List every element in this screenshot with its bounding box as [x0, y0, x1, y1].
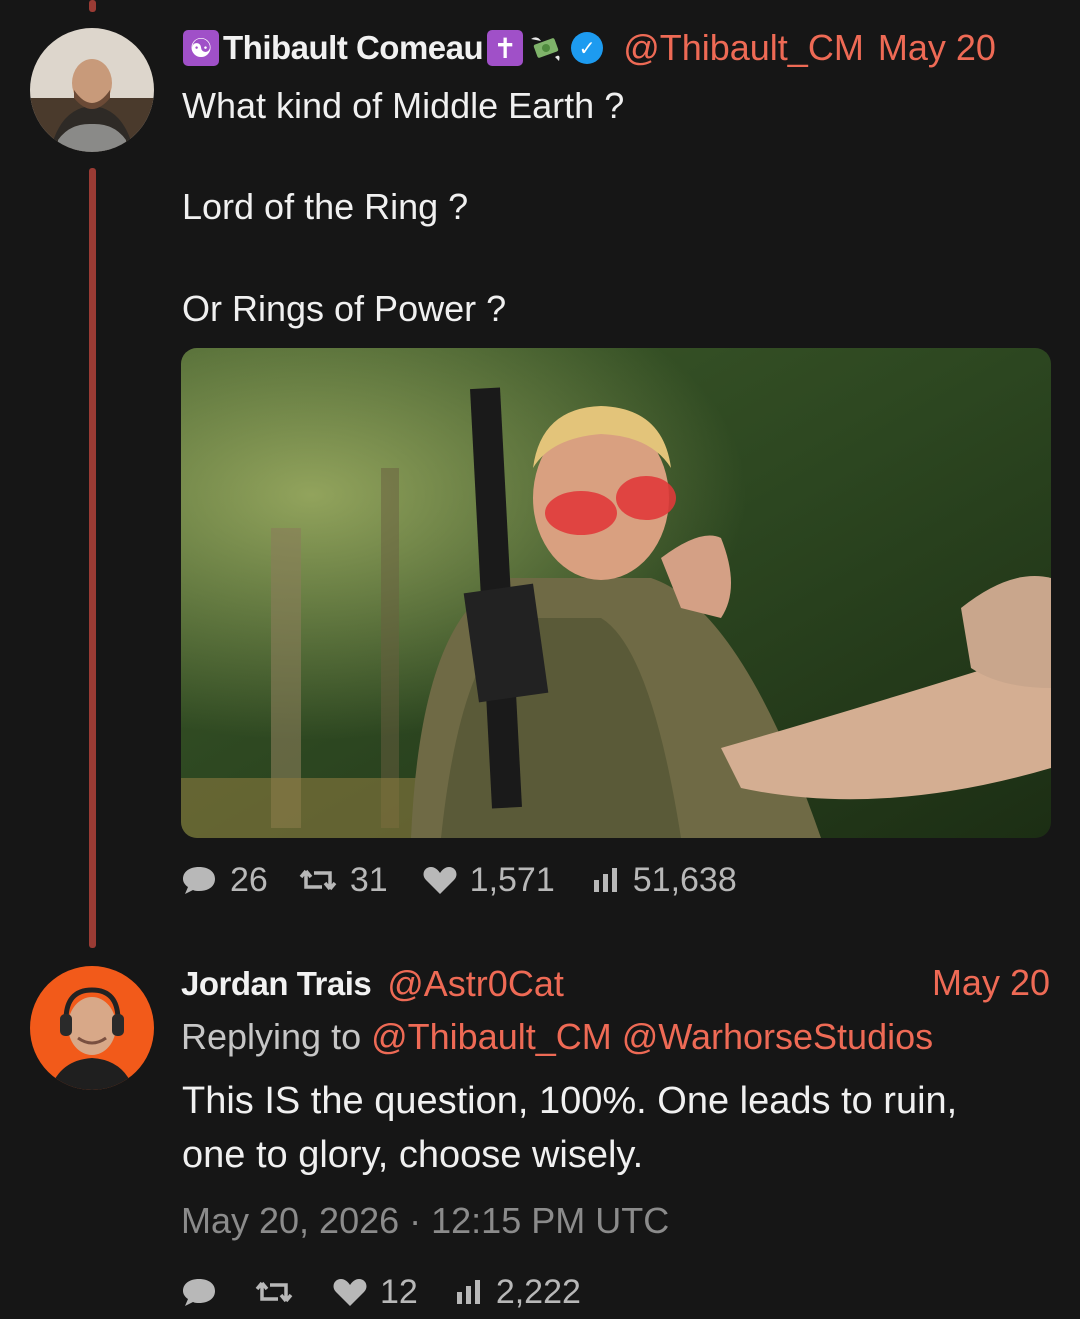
- money-with-wings-icon: [529, 33, 563, 63]
- yin-yang-icon: ☯: [183, 30, 219, 66]
- mention-link[interactable]: @WarhorseStudios: [622, 1016, 933, 1057]
- views-icon: [593, 868, 617, 892]
- reply-author-name[interactable]: Jordan Trais: [181, 965, 372, 1003]
- heart-icon: [423, 867, 457, 894]
- reply-author-handle[interactable]: @Astr0Cat: [387, 963, 564, 1005]
- comment-icon: [183, 1279, 215, 1306]
- retweet-button[interactable]: [254, 1277, 306, 1307]
- reply-line-2: one to glory, choose wisely.: [182, 1134, 644, 1176]
- reply-line-1: This IS the question, 100%. One leads to…: [182, 1080, 958, 1122]
- heart-icon: [333, 1279, 367, 1306]
- thread-line-top: [89, 0, 96, 12]
- tweet-line-1: What kind of Middle Earth ?: [182, 85, 625, 126]
- latin-cross-icon: ✝: [487, 30, 524, 66]
- like-button[interactable]: 12: [332, 1273, 418, 1312]
- view-count: 2,222: [495, 1272, 581, 1311]
- retweet-count: 31: [349, 860, 388, 899]
- tweet-date[interactable]: May 20: [878, 27, 996, 69]
- like-count: 1,571: [469, 860, 555, 899]
- tweet-line-3: Or Rings of Power ?: [182, 288, 507, 329]
- like-button[interactable]: 1,571: [422, 861, 555, 900]
- replying-prefix: Replying to: [181, 1016, 362, 1057]
- like-count: 12: [380, 1272, 418, 1311]
- retweet-icon: [255, 1281, 293, 1303]
- thread-line: [89, 168, 96, 948]
- view-count: 51,638: [632, 860, 737, 899]
- replying-to-line: Replying to @Thibault_CM @WarhorseStudio…: [181, 1016, 933, 1058]
- retweet-button[interactable]: 31: [298, 861, 388, 900]
- reply-button[interactable]: 26: [180, 861, 268, 900]
- views-button[interactable]: 51,638: [591, 861, 737, 900]
- tweet-stats: 26 31 1,571 51,638: [180, 858, 737, 902]
- verified-badge-icon: ✓: [571, 32, 604, 64]
- reply-avatar[interactable]: [30, 966, 154, 1090]
- reply-stats: 12 2,222: [180, 1270, 581, 1314]
- retweet-icon: [299, 869, 337, 891]
- reply-timestamp[interactable]: May 20, 2026 · 12:15 PM UTC: [181, 1200, 669, 1242]
- tweet-line-2: Lord of the Ring ?: [182, 186, 469, 227]
- author-handle[interactable]: @Thibault_CM: [623, 27, 864, 69]
- reply-count: 26: [230, 860, 268, 899]
- reply-date[interactable]: May 20: [932, 962, 1050, 1004]
- comment-icon: [183, 867, 215, 894]
- avatar[interactable]: [30, 28, 154, 152]
- reply-button[interactable]: [180, 1275, 230, 1309]
- tweet-header: ☯ Thibault Comeau ✝ ✓ @Thibault_CM May 2…: [183, 24, 996, 72]
- reply-header: Jordan Trais @Astr0Cat: [181, 960, 564, 1008]
- views-button[interactable]: 2,222: [454, 1273, 581, 1312]
- author-name[interactable]: Thibault Comeau: [223, 29, 484, 67]
- tweet-image[interactable]: [181, 348, 1051, 838]
- mention-link[interactable]: @Thibault_CM: [371, 1016, 612, 1057]
- views-icon: [456, 1280, 480, 1304]
